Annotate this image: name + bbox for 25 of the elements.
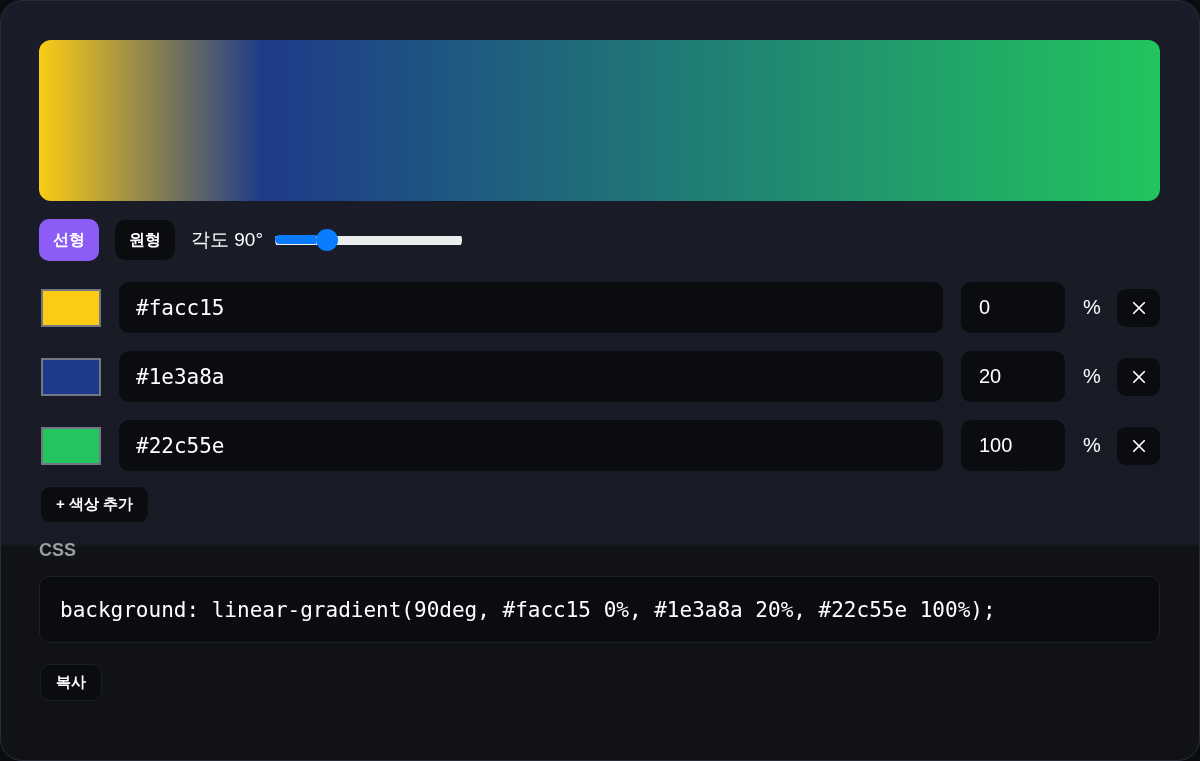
percent-label: % [1083, 296, 1101, 319]
gradient-type-tab[interactable]: 선형 [39, 219, 99, 261]
percent-label: % [1083, 365, 1101, 388]
add-color-button[interactable]: + 색상 추가 [40, 486, 150, 523]
css-code-text: background: linear-gradient(90deg, #facc15 0%, #1e3a8a 20%, #22c55e 100%); [60, 597, 996, 622]
position-input[interactable]: 0 [961, 282, 1065, 333]
remove-button[interactable] [1117, 288, 1160, 327]
angle-label: 각도 90° [191, 228, 263, 252]
position-input[interactable]: 20 [961, 351, 1065, 402]
color-swatch-icon[interactable] [41, 288, 101, 327]
css-section-label: CSS [39, 540, 76, 561]
remove-button[interactable] [1117, 426, 1160, 465]
hex-input[interactable]: #22c55e [119, 420, 943, 471]
color-swatch-icon[interactable] [41, 426, 101, 465]
percent-label: % [1083, 434, 1101, 457]
close-icon [1131, 369, 1146, 384]
copy-button[interactable]: 복사 [40, 664, 102, 701]
close-icon [1131, 438, 1146, 453]
color-swatch-icon[interactable] [41, 357, 101, 396]
close-icon [1131, 300, 1146, 315]
hex-input[interactable]: #facc15 [119, 282, 943, 333]
slider-thumb[interactable] [316, 229, 339, 251]
hex-input[interactable]: #1e3a8a [119, 351, 943, 402]
position-input[interactable]: 100 [961, 420, 1065, 471]
remove-button[interactable] [1117, 357, 1160, 396]
